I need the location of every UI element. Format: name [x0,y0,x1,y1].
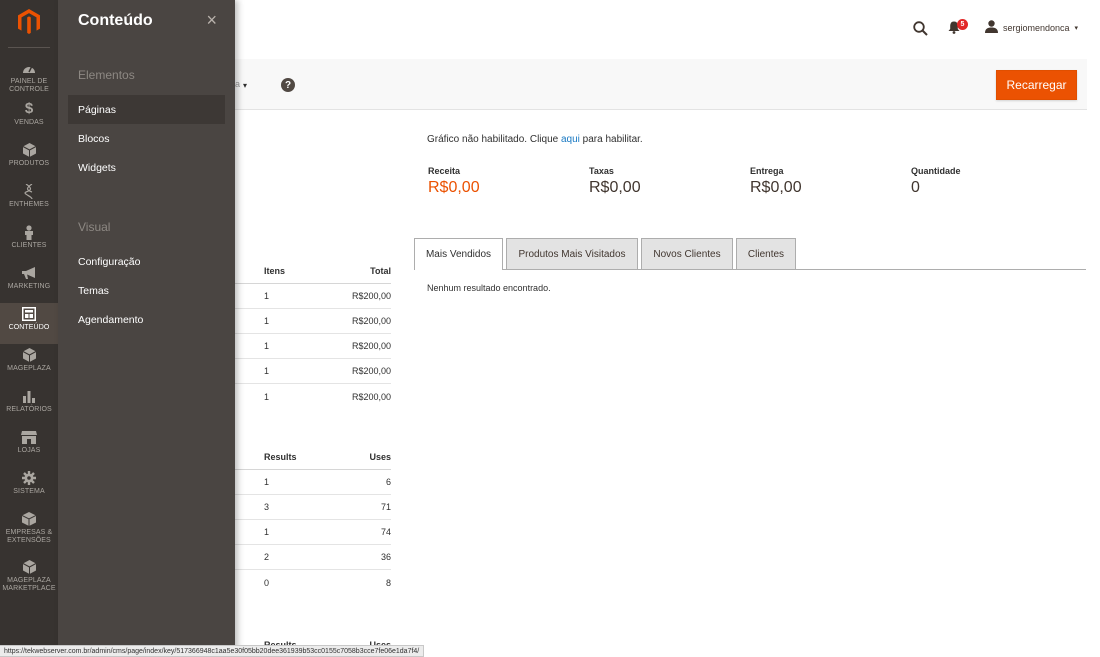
layout-icon [22,306,36,322]
submenu-item-configuracao[interactable]: Configuração [68,247,225,276]
admin-menu-rail: PAINEL DE CONTROLE $ VENDAS PRODUTOS ENT… [0,0,58,657]
cube-icon [22,142,36,158]
rail-item-stores[interactable]: LOJAS [0,426,58,467]
submenu-item-blocos[interactable]: Blocos [68,124,225,153]
tab-clientes[interactable]: Clientes [736,238,796,269]
rail-item-mageplaza-marketplace[interactable]: MAGEPLAZA MARKETPLACE [0,556,58,597]
bar-chart-icon [22,388,36,404]
table-row[interactable]: 08 [235,570,391,595]
table-header: Itens Total [235,258,391,284]
table-row[interactable]: 1 R$200,00 [235,334,391,359]
table-row[interactable]: 1 R$200,00 [235,284,391,309]
table-row[interactable]: 1 R$200,00 [235,359,391,384]
dashboard-icon [22,60,36,76]
submenu-title: Conteúdo [78,12,153,29]
cube-icon [22,347,36,363]
user-icon [985,20,998,35]
rail-item-sales[interactable]: $ VENDAS [0,98,58,139]
rail-item-marketing[interactable]: MARKETING [0,262,58,303]
close-icon[interactable]: × [206,11,217,29]
dashboard-totals: Receita R$0,00 Taxas R$0,00 Entrega R$0,… [428,166,1072,202]
cubes-icon [22,511,36,527]
table-header: Results Uses [235,444,391,470]
username: sergiomendonca [1003,22,1070,33]
total-tax: Taxas R$0,00 [589,166,641,196]
notification-count-badge[interactable]: 5 [957,19,968,30]
last-search-terms-table: Results Uses 16 3 71 1 74 2 36 08 [235,444,391,595]
tab-produtos-mais-visitados[interactable]: Produtos Mais Visitados [506,238,638,269]
chevron-down-icon[interactable]: ▾ [243,81,247,90]
chevron-down-icon: ▾ [1074,24,1079,32]
table-row[interactable]: 1 74 [235,520,391,545]
rail-item-system[interactable]: SISTEMA [0,467,58,508]
gear-icon [22,470,36,486]
store-switcher-label[interactable]: a [235,79,240,89]
rail-item-mageplaza[interactable]: MAGEPLAZA [0,344,58,385]
magento-logo-icon [18,9,40,34]
rail-item-dashboard[interactable]: PAINEL DE CONTROLE [0,57,58,98]
table-row[interactable]: 1 R$200,00 [235,384,391,409]
help-icon[interactable]: ? [281,78,295,92]
enable-chart-link[interactable]: aqui [561,134,580,145]
dna-icon [24,183,34,199]
content-submenu: Conteúdo × Elementos Páginas Blocos Widg… [58,0,235,657]
tab-novos-clientes[interactable]: Novos Clientes [641,238,733,269]
magento-logo[interactable] [0,0,58,44]
megaphone-icon [21,265,37,281]
submenu-item-paginas[interactable]: Páginas [68,95,225,124]
search-icon[interactable] [913,21,928,41]
reload-button[interactable]: Recarregar [996,70,1077,100]
dashboard-tabs: Mais Vendidos Produtos Mais Visitados No… [414,238,1086,270]
submenu-group-visual: Visual [78,220,111,234]
user-account-menu[interactable]: sergiomendonca ▾ [985,20,1078,35]
table-row[interactable]: 16 [235,470,391,495]
chart-disabled-notice: Gráfico não habilitado. Clique aqui para… [427,134,643,145]
submenu-item-temas[interactable]: Temas [68,276,225,305]
rail-item-extensions[interactable]: EMPRESAS & EXTENSÕES [0,508,58,549]
rail-item-customers[interactable]: CLIENTES [0,221,58,262]
rail-item-products[interactable]: PRODUTOS [0,139,58,180]
rail-item-enthemes[interactable]: ENTHEMES [0,180,58,221]
status-bar-url: https://tekwebserver.com.br/admin/cms/pa… [0,645,425,657]
page-actions-toolbar: a ▾ ? [235,59,1087,110]
dollar-icon: $ [24,100,34,117]
table-row[interactable]: 3 71 [235,495,391,520]
last-orders-table: Itens Total 1 R$200,00 1 R$200,00 1 R$200,0… [235,258,391,409]
total-quantity: Quantidade 0 [911,166,961,196]
rail-item-reports[interactable]: RELATÓRIOS [0,385,58,426]
person-icon [24,224,34,240]
total-shipping: Entrega R$0,00 [750,166,802,196]
store-icon [21,429,37,445]
empty-results-message: Nenhum resultado encontrado. [427,283,551,293]
submenu-item-widgets[interactable]: Widgets [68,153,225,182]
total-revenue: Receita R$0,00 [428,166,480,196]
table-row[interactable]: 2 36 [235,545,391,570]
table-row[interactable]: 1 R$200,00 [235,309,391,334]
rail-item-content[interactable]: CONTEÚDO [0,303,58,344]
logo-divider [8,47,50,48]
cube-icon [22,559,36,575]
tab-mais-vendidos[interactable]: Mais Vendidos [414,238,503,270]
submenu-group-elements: Elementos [78,68,135,82]
submenu-item-agendamento[interactable]: Agendamento [68,305,225,334]
